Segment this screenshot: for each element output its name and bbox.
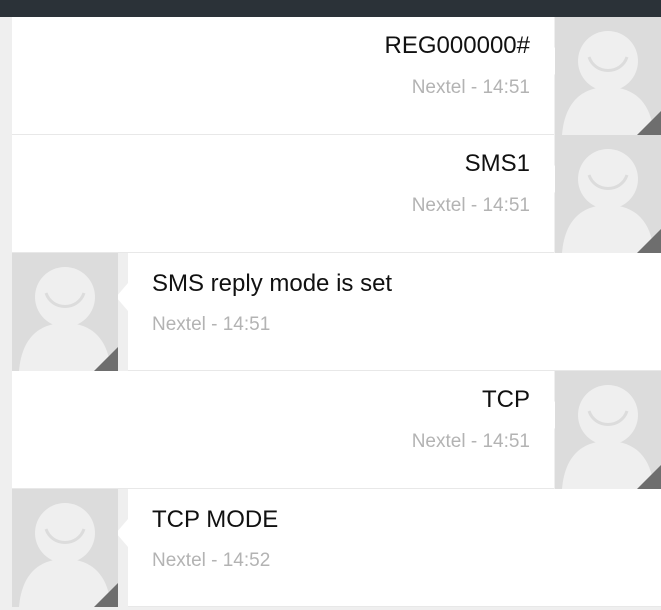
- message-meta: Nextel - 14:51: [411, 195, 530, 216]
- contact-silhouette-icon: [19, 267, 118, 371]
- message-item[interactable]: SMS reply mode is set Nextel - 14:51: [12, 253, 661, 371]
- contact-avatar[interactable]: [555, 135, 661, 253]
- message-text: TCP MODE: [152, 506, 279, 533]
- messaging-screen: REG000000# Nextel - 14:51 SMS1 Nextel - …: [0, 0, 661, 610]
- message-item[interactable]: TCP Nextel - 14:51: [12, 371, 661, 489]
- message-text: SMS reply mode is set: [152, 270, 393, 297]
- message-item[interactable]: TCP MODE Nextel - 14:52: [12, 489, 661, 607]
- message-meta: Nextel - 14:52: [152, 550, 271, 571]
- status-bar: [0, 0, 661, 17]
- message-meta: Nextel - 14:51: [411, 431, 530, 452]
- message-text: REG000000#: [384, 32, 530, 59]
- contact-avatar[interactable]: [555, 17, 661, 135]
- message-item[interactable]: SMS1 Nextel - 14:51: [12, 135, 661, 253]
- message-text: SMS1: [464, 150, 530, 177]
- contact-avatar[interactable]: [12, 489, 118, 607]
- message-meta: Nextel - 14:51: [411, 77, 530, 98]
- contact-silhouette-icon: [562, 31, 661, 135]
- contact-silhouette-icon: [562, 385, 661, 489]
- message-item[interactable]: REG000000# Nextel - 14:51: [12, 17, 661, 135]
- message-thread[interactable]: REG000000# Nextel - 14:51 SMS1 Nextel - …: [12, 17, 661, 610]
- message-meta: Nextel - 14:51: [152, 314, 271, 335]
- contact-silhouette-icon: [562, 149, 661, 253]
- message-text: TCP: [482, 386, 530, 413]
- contact-silhouette-icon: [19, 503, 118, 607]
- message-bubble[interactable]: [12, 371, 554, 489]
- contact-avatar[interactable]: [12, 253, 118, 371]
- contact-avatar[interactable]: [555, 371, 661, 489]
